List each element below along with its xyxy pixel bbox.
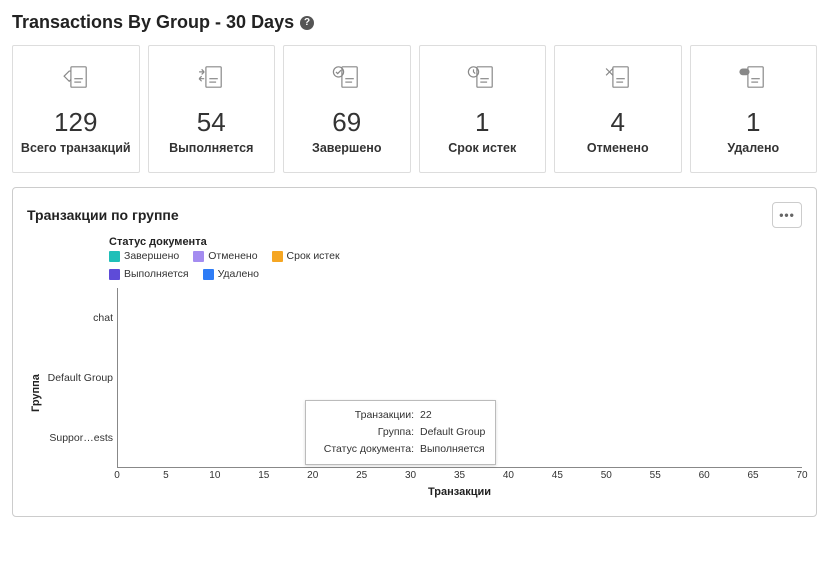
stat-value: 1	[426, 107, 540, 138]
x-tick: 35	[454, 470, 465, 481]
stat-value: 1	[697, 107, 811, 138]
category-label: Default Group	[45, 372, 113, 384]
help-icon[interactable]: ?	[300, 16, 314, 30]
x-tick: 50	[601, 470, 612, 481]
legend-label: Отменено	[208, 250, 257, 262]
x-tick: 60	[699, 470, 710, 481]
legend-label: Выполняется	[124, 268, 189, 280]
doc-progress-icon	[194, 60, 228, 94]
x-tick: 5	[163, 470, 169, 481]
stat-deleted[interactable]: 1 Удалено	[690, 45, 818, 173]
stat-value: 129	[19, 107, 133, 138]
category-label: chat	[45, 312, 113, 324]
legend: Статус документа Завершено Отменено Срок и…	[109, 236, 802, 280]
tooltip-key: Статус документа:	[316, 441, 414, 458]
title-text: Transactions By Group - 30 Days	[12, 12, 294, 33]
x-tick: 40	[503, 470, 514, 481]
x-tick: 65	[748, 470, 759, 481]
tooltip-value: 22	[420, 407, 432, 424]
stat-label: Отменено	[561, 140, 675, 156]
x-tick: 55	[650, 470, 661, 481]
category-label: Suppor…ests	[45, 432, 113, 444]
x-axis-label: Транзакции	[117, 486, 802, 498]
x-tick: 45	[552, 470, 563, 481]
stat-label: Выполняется	[155, 140, 269, 156]
tooltip-key: Транзакции:	[316, 407, 414, 424]
stat-label: Всего транзакций	[19, 140, 133, 156]
stat-inprogress[interactable]: 54 Выполняется	[148, 45, 276, 173]
chart-tooltip: Транзакции: 22 Группа: Default Group Стату…	[305, 400, 496, 464]
chart-title: Транзакции по группе	[27, 207, 179, 223]
x-tick: 70	[796, 470, 807, 481]
stat-label: Завершено	[290, 140, 404, 156]
doc-check-icon	[330, 60, 364, 94]
legend-item[interactable]: Отменено	[193, 250, 257, 262]
stat-value: 69	[290, 107, 404, 138]
stat-value: 54	[155, 107, 269, 138]
legend-swatch	[203, 269, 214, 280]
tooltip-value: Default Group	[420, 424, 485, 441]
x-tick: 10	[209, 470, 220, 481]
legend-item[interactable]: Выполняется	[109, 268, 189, 280]
stat-total[interactable]: 129 Всего транзакций	[12, 45, 140, 173]
legend-swatch	[109, 251, 120, 262]
doc-clock-icon	[465, 60, 499, 94]
x-tick: 15	[258, 470, 269, 481]
page-title: Transactions By Group - 30 Days ?	[12, 12, 817, 33]
x-tick: 30	[405, 470, 416, 481]
stat-label: Срок истек	[426, 140, 540, 156]
stats-row: 129 Всего транзакций 54 Выполняется 69 З…	[12, 45, 817, 173]
stat-cancelled[interactable]: 4 Отменено	[554, 45, 682, 173]
x-tick: 0	[114, 470, 120, 481]
tooltip-value: Выполняется	[420, 441, 485, 458]
tooltip-key: Группа:	[316, 424, 414, 441]
chart-card: Транзакции по группе ••• Статус документ…	[12, 187, 817, 517]
x-tick: 25	[356, 470, 367, 481]
x-tick: 20	[307, 470, 318, 481]
chart-more-button[interactable]: •••	[772, 202, 802, 228]
doc-deleted-icon	[736, 60, 770, 94]
legend-item[interactable]: Срок истек	[272, 250, 340, 262]
stat-expired[interactable]: 1 Срок истек	[419, 45, 547, 173]
stat-completed[interactable]: 69 Завершено	[283, 45, 411, 173]
stat-value: 4	[561, 107, 675, 138]
legend-item[interactable]: Удалено	[203, 268, 259, 280]
legend-label: Срок истек	[287, 250, 340, 262]
legend-swatch	[109, 269, 120, 280]
legend-title: Статус документа	[109, 236, 802, 248]
y-axis-label: Группа	[27, 288, 45, 498]
doc-send-icon	[59, 60, 93, 94]
legend-label: Удалено	[218, 268, 259, 280]
doc-cancel-icon	[601, 60, 635, 94]
stat-label: Удалено	[697, 140, 811, 156]
legend-swatch	[272, 251, 283, 262]
legend-item[interactable]: Завершено	[109, 250, 179, 262]
legend-swatch	[193, 251, 204, 262]
legend-label: Завершено	[124, 250, 179, 262]
